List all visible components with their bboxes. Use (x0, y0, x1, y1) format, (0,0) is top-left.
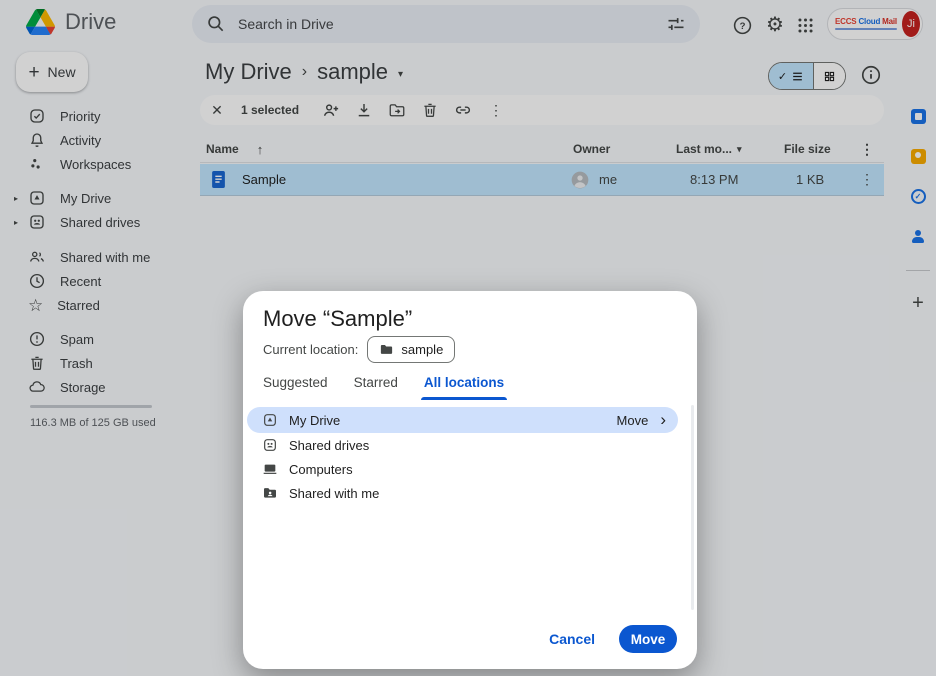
shared-folder-icon (262, 485, 278, 501)
computers-icon (262, 461, 278, 477)
location-item-shared-with-me[interactable]: Shared with me (243, 481, 697, 505)
tab-all-locations[interactable]: All locations (424, 375, 504, 392)
move-button[interactable]: Move (619, 625, 677, 653)
chevron-right-icon[interactable]: › (660, 411, 666, 428)
location-label: Shared with me (289, 486, 379, 501)
tab-suggested[interactable]: Suggested (263, 375, 328, 392)
tab-starred[interactable]: Starred (354, 375, 398, 392)
my-drive-icon (262, 412, 278, 428)
current-location-label: Current location: (263, 342, 358, 357)
current-location-row: Current location: sample (263, 336, 455, 363)
move-here-label[interactable]: Move (617, 413, 649, 428)
current-location-value: sample (401, 342, 443, 357)
location-item-my-drive[interactable]: My Drive Move › (247, 407, 678, 433)
location-list: My Drive Move › Shared drives Computers … (243, 407, 697, 505)
location-item-shared-drives[interactable]: Shared drives (243, 433, 697, 457)
shared-drives-icon (262, 437, 278, 453)
move-dialog: Move “Sample” Current location: sample S… (243, 291, 697, 669)
location-label: Computers (289, 462, 353, 477)
location-label: My Drive (289, 413, 340, 428)
current-location-chip[interactable]: sample (367, 336, 455, 363)
dialog-scrollbar[interactable] (691, 405, 694, 610)
dialog-actions: Cancel Move (549, 625, 677, 653)
location-label: Shared drives (289, 438, 369, 453)
dialog-tabs: Suggested Starred All locations (263, 375, 504, 392)
dialog-title: Move “Sample” (263, 306, 412, 332)
location-item-computers[interactable]: Computers (243, 457, 697, 481)
folder-icon (379, 342, 394, 357)
cancel-button[interactable]: Cancel (549, 631, 595, 647)
